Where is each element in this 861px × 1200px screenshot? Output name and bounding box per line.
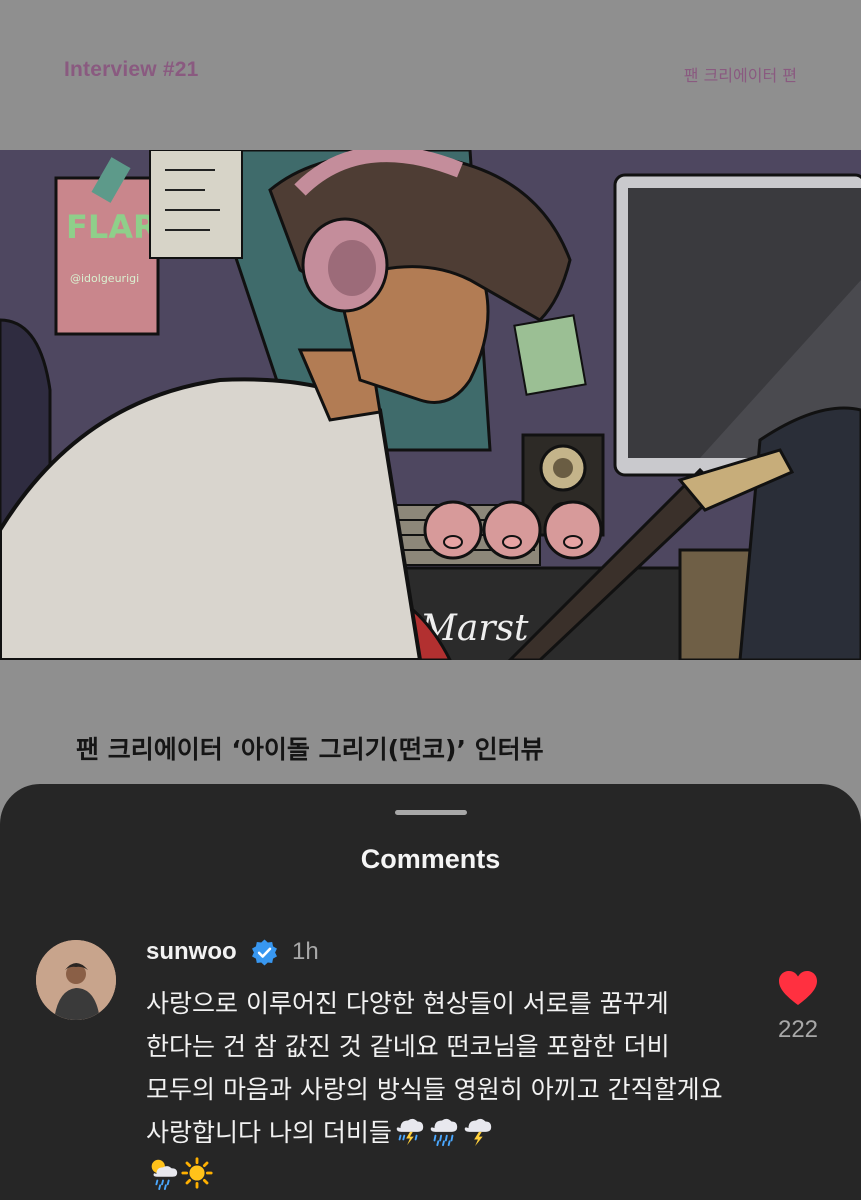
hero-illustration: FLARE @idolgeurigi Marst [0, 150, 861, 660]
interview-label: Interview #21 [64, 58, 199, 81]
comment-text: 사랑으로 이루어진 다양한 현상들이 서로를 꿈꾸게 한다는 건 참 값진 것 … [146, 982, 736, 1197]
comments-sheet: Comments sunwoo 1h 사랑으로 이루어진 다양한 현상들이 서로… [0, 784, 861, 1200]
rain-icon [430, 1118, 458, 1147]
article-title: 팬 크리에이터 ‘아이돌 그리기(떤코)’ 인터뷰 [76, 735, 544, 764]
sun-icon [181, 1157, 213, 1189]
verified-badge-icon [252, 939, 277, 966]
sun-rain-icon [151, 1159, 178, 1190]
comment-timestamp: 1h [292, 938, 319, 965]
sheet-title: Comments [360, 844, 501, 874]
like-count: 222 [777, 1016, 819, 1043]
comment-item: sunwoo 1h 사랑으로 이루어진 다양한 현상들이 서로를 꿈꾸게 한다는… [0, 934, 861, 1200]
heart-icon[interactable] [778, 970, 818, 1006]
article-header: Interview #21 팬 크리에이터 편 [0, 0, 861, 150]
series-tag: 팬 크리에이터 편 [683, 66, 797, 85]
thunder-cloud-icon [464, 1118, 492, 1147]
thunder-rain-icon [396, 1118, 424, 1146]
sheet-drag-handle[interactable] [395, 810, 467, 815]
avatar[interactable] [36, 940, 116, 1020]
comment-username[interactable]: sunwoo [146, 938, 237, 966]
svg-text:@idolgeurigi: @idolgeurigi [70, 272, 139, 285]
